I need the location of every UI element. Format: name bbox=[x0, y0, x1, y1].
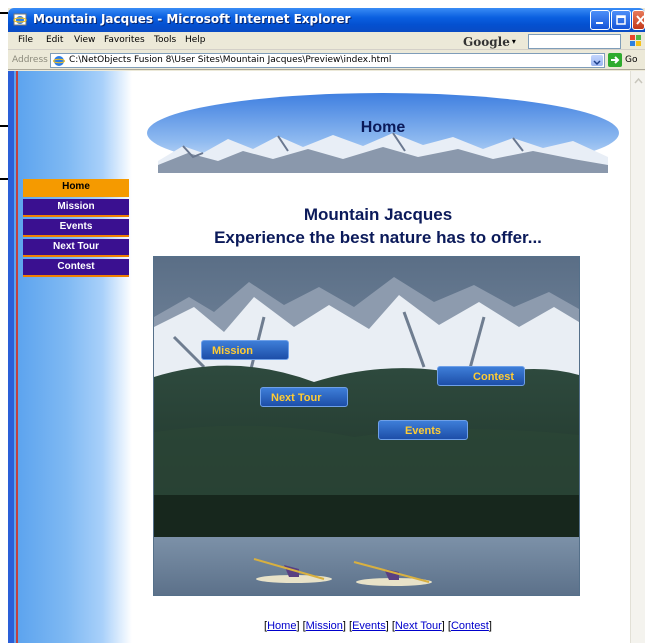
menu-edit[interactable]: Edit bbox=[46, 35, 63, 45]
page-icon bbox=[53, 56, 65, 66]
chevron-down-icon bbox=[593, 60, 601, 66]
page-viewport: Home Home Mission Events Next Tour Conte… bbox=[8, 71, 645, 643]
maximize-icon bbox=[616, 15, 626, 25]
menu-favorites[interactable]: Favorites bbox=[104, 35, 145, 45]
nav-item-mission[interactable]: Mission bbox=[23, 199, 129, 217]
google-search-input[interactable] bbox=[528, 34, 621, 49]
left-red-line bbox=[16, 71, 18, 643]
left-gradient-band bbox=[14, 71, 102, 643]
close-icon bbox=[636, 15, 645, 25]
address-label: Address bbox=[12, 55, 48, 65]
mountain-lake-image bbox=[154, 257, 579, 595]
nav-item-home[interactable]: Home bbox=[23, 179, 129, 197]
image-button-contest[interactable]: Contest bbox=[437, 366, 525, 386]
menu-view[interactable]: View bbox=[74, 35, 95, 45]
browser-window: Mountain Jacques - Microsoft Internet Ex… bbox=[8, 8, 645, 643]
footer-link-home[interactable]: Home bbox=[267, 620, 296, 632]
address-dropdown-button[interactable] bbox=[591, 55, 603, 66]
menu-bar: File Edit View Favorites Tools Help Goog… bbox=[8, 32, 645, 50]
image-button-events[interactable]: Events bbox=[378, 420, 468, 440]
nav-item-contest[interactable]: Contest bbox=[23, 259, 129, 277]
footer-links: [Home] [Mission] [Events] [Next Tour] [C… bbox=[264, 620, 492, 632]
footer-link-events[interactable]: Events bbox=[352, 620, 386, 632]
scroll-up-arrow-icon[interactable] bbox=[633, 75, 644, 86]
headline-tagline: Experience the best nature has to offer.… bbox=[214, 228, 542, 247]
vertical-scrollbar[interactable] bbox=[630, 71, 645, 643]
nav-item-next-tour[interactable]: Next Tour bbox=[23, 239, 129, 257]
go-label[interactable]: Go bbox=[625, 55, 637, 65]
footer-link-mission[interactable]: Mission bbox=[306, 620, 343, 632]
menu-help[interactable]: Help bbox=[185, 35, 206, 45]
google-toolbar[interactable]: Google ▾ bbox=[463, 34, 516, 49]
menu-tools[interactable]: Tools bbox=[154, 35, 176, 45]
windows-logo-icon bbox=[630, 35, 641, 46]
ie-app-icon bbox=[13, 13, 27, 26]
menu-file[interactable]: File bbox=[18, 35, 33, 45]
footer-link-next-tour[interactable]: Next Tour bbox=[395, 620, 442, 632]
side-nav: Home Mission Events Next Tour Contest bbox=[23, 179, 129, 279]
maximize-button[interactable] bbox=[611, 10, 631, 30]
left-gradient-fade bbox=[102, 71, 132, 643]
page-banner: Home bbox=[143, 91, 623, 176]
google-dropdown-icon: ▾ bbox=[511, 37, 516, 46]
minimize-icon bbox=[596, 22, 603, 24]
address-bar: Address C:\NetObjects Fusion 8\User Site… bbox=[8, 51, 645, 70]
left-border bbox=[8, 71, 14, 643]
window-title: Mountain Jacques - Microsoft Internet Ex… bbox=[33, 12, 351, 26]
arrow-right-icon bbox=[611, 56, 620, 64]
address-input[interactable]: C:\NetObjects Fusion 8\User Sites\Mounta… bbox=[50, 53, 605, 68]
image-button-next-tour[interactable]: Next Tour bbox=[260, 387, 348, 407]
image-button-mission[interactable]: Mission bbox=[201, 340, 289, 360]
banner-title: Home bbox=[360, 119, 406, 136]
title-bar[interactable]: Mountain Jacques - Microsoft Internet Ex… bbox=[8, 8, 645, 32]
close-button[interactable] bbox=[632, 10, 645, 30]
nav-item-events[interactable]: Events bbox=[23, 219, 129, 237]
go-button[interactable] bbox=[608, 53, 622, 67]
hero-photo: Mission Next Tour Contest Events bbox=[153, 256, 580, 596]
google-logo: Google bbox=[463, 34, 510, 49]
minimize-button[interactable] bbox=[590, 10, 610, 30]
footer-link-contest[interactable]: Contest bbox=[451, 620, 489, 632]
headline-title: Mountain Jacques bbox=[303, 205, 453, 224]
address-url: C:\NetObjects Fusion 8\User Sites\Mounta… bbox=[69, 55, 392, 65]
